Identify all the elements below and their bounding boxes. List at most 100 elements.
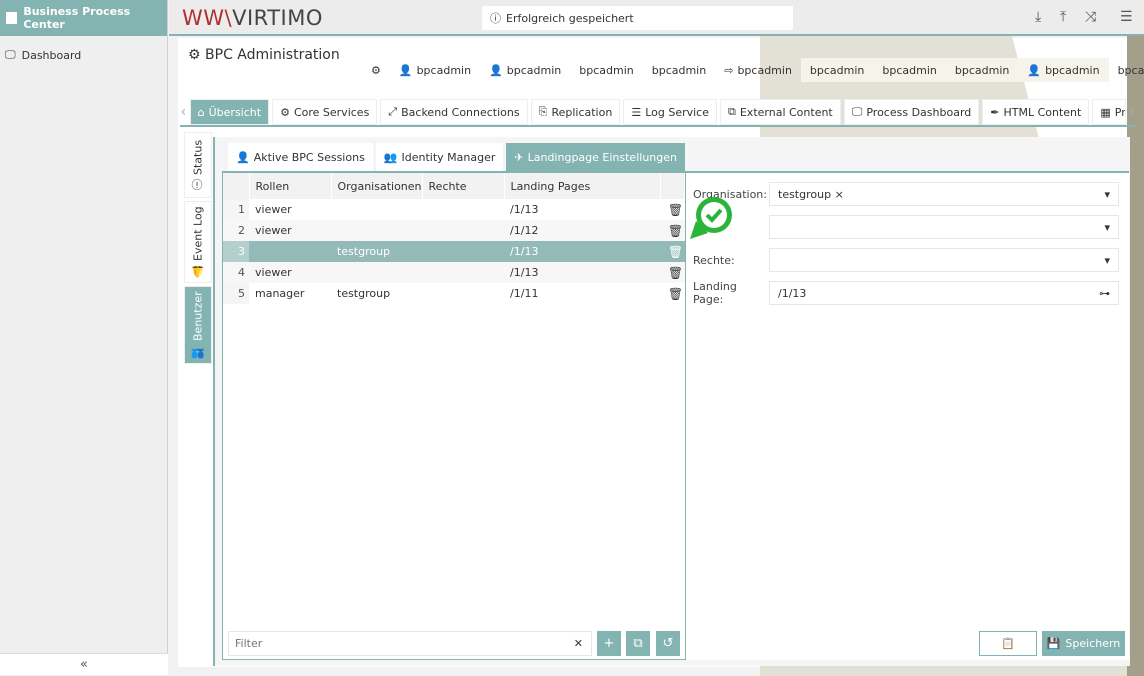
- info-icon: ⓘ: [490, 12, 501, 25]
- cell-org: [331, 262, 423, 283]
- clear-icon[interactable]: ✕: [574, 637, 583, 650]
- cell-page: /1/13: [504, 241, 661, 262]
- tabs-scroll-right[interactable]: ›: [1129, 99, 1136, 125]
- organisation-select[interactable]: testgroup × ▾: [769, 182, 1119, 206]
- cell-rolle: manager: [255, 287, 305, 300]
- subtab-sessions[interactable]: 👤 Aktive BPC Sessions: [228, 143, 373, 171]
- landingpage-grid: Rollen Organisationen Rechte Landing Pag…: [222, 171, 686, 660]
- top-bar: WW\VIRTIMO ⓘ Erfolgreich gespeichert ⤓ ⤒ …: [169, 0, 1144, 36]
- filter-input[interactable]: [235, 637, 555, 650]
- undo-button[interactable]: ↺: [656, 631, 680, 656]
- user-icon: 👤: [1027, 63, 1042, 77]
- users-icon: 👥: [191, 345, 205, 359]
- column-header[interactable]: Organisationen: [331, 173, 423, 199]
- copy-button[interactable]: ⧉: [626, 631, 650, 656]
- tab-process-dashboard[interactable]: 🖵 Process Dashboard: [843, 99, 980, 125]
- tab-backend-connections[interactable]: ⤢ Backend Connections: [380, 99, 528, 125]
- user-item[interactable]: bpcadmin: [800, 58, 874, 82]
- vtab-status[interactable]: ⓘ Status: [184, 132, 212, 198]
- expand-icon: ⤢: [388, 105, 398, 118]
- app-title: Business Process Center: [23, 5, 131, 31]
- cell-n: 1: [223, 199, 249, 220]
- table-row[interactable]: 5 manager testgroup/1/11 🗑: [223, 283, 685, 304]
- logout-icon: ⇨: [724, 63, 734, 77]
- tab-process[interactable]: ▦Proce: [1092, 99, 1127, 125]
- add-button[interactable]: +: [597, 631, 621, 656]
- menu-icon[interactable]: ☰: [1120, 9, 1133, 25]
- download-icon[interactable]: ⤓: [1035, 9, 1041, 25]
- rechte-label: Rechte:: [693, 253, 735, 267]
- vtab-event-log[interactable]: 🔔 Event Log: [184, 201, 212, 283]
- monitor-icon: 🖵: [5, 48, 16, 61]
- filter-field[interactable]: ✕: [228, 631, 592, 656]
- subtab-landingpage[interactable]: ✈ Landingpage Einstellungen: [506, 143, 685, 171]
- vtab-benutzer[interactable]: 👥 Benutzer: [184, 286, 212, 364]
- shuffle-icon[interactable]: ⤨: [1085, 9, 1096, 25]
- detail-form: Organisation: testgroup × ▾ ▾ Rechte: ▾ Lan…: [686, 171, 1129, 660]
- sidebar-item-dashboard[interactable]: 🖵 Dashboard: [0, 36, 167, 74]
- app-header: Business Process Center: [0, 0, 167, 36]
- gears-icon: ⚙: [188, 47, 206, 63]
- cell-org: testgroup: [331, 241, 423, 262]
- cell-rechte: [422, 199, 504, 220]
- table-row[interactable]: 4 viewer/1/13 🗑: [223, 262, 685, 283]
- rollen-select[interactable]: ▾: [769, 215, 1119, 239]
- user-icon: 👤: [489, 63, 503, 77]
- tabs-scroll-left[interactable]: ‹: [180, 99, 187, 125]
- spy-icon: 👤: [236, 150, 250, 164]
- user-item[interactable]: 👤 bpcadmin: [480, 58, 570, 82]
- user-item[interactable]: bpcadmin: [873, 58, 946, 82]
- user-item[interactable]: ⇨ bpcadmin: [715, 58, 801, 82]
- column-header[interactable]: Rechte: [422, 173, 505, 199]
- subtab-identity-manager[interactable]: 👥 Identity Manager: [375, 143, 504, 171]
- cell-rechte: [422, 262, 505, 283]
- remove-tag-icon[interactable]: ×: [835, 188, 844, 201]
- table-row[interactable]: 3 testgroup/1/13 🗑: [223, 241, 685, 262]
- sitemap-icon[interactable]: ⊶: [1099, 287, 1110, 300]
- pen-icon: ✒: [990, 105, 1000, 119]
- cell-n: 2: [223, 220, 249, 241]
- upload-icon[interactable]: ⤒: [1060, 9, 1066, 25]
- user-item[interactable]: bpcadmin: [945, 58, 1019, 82]
- table-row[interactable]: 1 viewer/1/13 🗑: [223, 199, 685, 220]
- notification-bar: ⓘ Erfolgreich gespeichert: [482, 6, 793, 30]
- tab-replication[interactable]: ⎘ Replication: [530, 99, 621, 125]
- tab-log-service[interactable]: ☰ Log Service: [623, 99, 717, 125]
- clipboard-icon: 📋: [1001, 637, 1015, 650]
- user-item[interactable]: bpcadmin: [570, 58, 642, 82]
- cell-n: 4: [223, 262, 249, 283]
- app-logo: [6, 12, 18, 24]
- external-link-icon: ⧉: [728, 105, 736, 118]
- rechte-select[interactable]: ▾: [769, 248, 1119, 272]
- tab-html-content[interactable]: ✒ HTML Content: [982, 99, 1090, 125]
- gears-icon: ⚙: [280, 105, 290, 119]
- caret-down-icon: ▾: [1104, 187, 1110, 201]
- tab-uebersicht[interactable]: ⌂ Übersicht: [189, 99, 270, 125]
- table-row[interactable]: 2 viewer/1/12 🗑: [223, 220, 685, 241]
- delete-icon[interactable]: 🗑: [661, 199, 685, 220]
- collapse-sidebar-button[interactable]: «: [0, 653, 168, 675]
- cell-page: /1/13: [510, 203, 539, 216]
- column-header[interactable]: Rollen: [249, 173, 332, 199]
- tab-external-content[interactable]: ⧉ External Content: [720, 99, 841, 125]
- users-icon: 👥: [383, 150, 398, 164]
- settings-icon[interactable]: ⚙: [362, 58, 390, 82]
- cell-page: /1/11: [510, 287, 539, 300]
- clipboard-button[interactable]: 📋: [979, 631, 1037, 656]
- user-menu[interactable]: bpcadmin▾: [1109, 58, 1144, 82]
- column-header[interactable]: Landing Pages: [504, 173, 662, 199]
- delete-icon[interactable]: 🗑: [661, 283, 685, 304]
- landing-page-field[interactable]: /1/13 ⊶: [769, 281, 1119, 305]
- cell-n: 5: [223, 283, 249, 304]
- save-button[interactable]: 💾 Speichern: [1042, 631, 1125, 656]
- delete-icon[interactable]: 🗑: [660, 220, 685, 241]
- user-item[interactable]: bpcadmin: [643, 58, 715, 82]
- info-icon: ⓘ: [191, 179, 204, 191]
- user-bar: ⚙ 👤 bpcadmin 👤 bpcadmin bpcadmin bpcadmin …: [362, 58, 1144, 82]
- delete-icon[interactable]: 🗑: [660, 241, 685, 262]
- cell-page: /1/12: [504, 220, 661, 241]
- tab-core-services[interactable]: ⚙ Core Services: [272, 99, 378, 125]
- delete-icon[interactable]: 🗑: [660, 262, 685, 283]
- user-item[interactable]: 👤 bpcadmin: [1018, 58, 1109, 82]
- user-item[interactable]: 👤 bpcadmin: [390, 58, 480, 82]
